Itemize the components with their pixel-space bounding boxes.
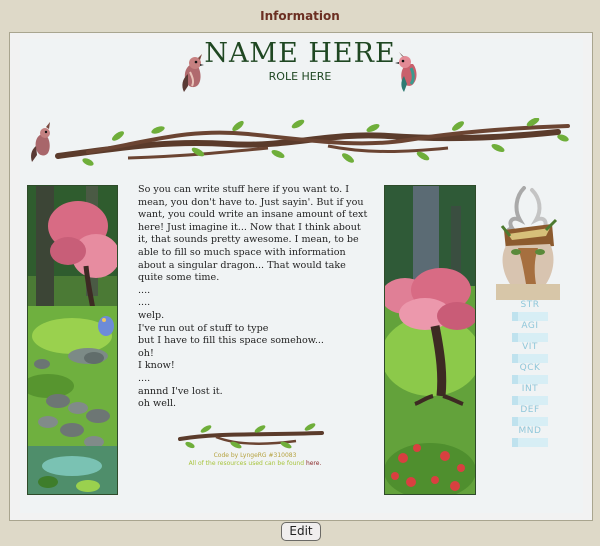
code-credit: Code by LyngeRG #310083: [213, 452, 297, 459]
body-line: ....: [138, 284, 151, 296]
stat-bar: [512, 354, 548, 363]
stat-vit: VIT: [512, 342, 548, 363]
edit-button[interactable]: Edit: [281, 522, 321, 541]
resources-link[interactable]: here.: [306, 460, 321, 467]
stat-bar: [512, 396, 548, 405]
stat-label: AGI: [521, 321, 539, 331]
body-line: I've run out of stuff to type: [138, 322, 269, 334]
stat-mnd: MND: [512, 426, 548, 447]
stats-panel: STR AGI VIT QCK INT DEF MND: [512, 300, 548, 447]
character-name: NAME HERE: [204, 38, 396, 69]
branch-divider-icon: [31, 118, 570, 166]
resources-credit-text: All of the resources used can be found: [188, 460, 306, 467]
stat-label: QCK: [519, 363, 541, 373]
stat-label: STR: [520, 300, 540, 310]
body-line: I know!: [138, 360, 175, 372]
stat-bar: [512, 375, 548, 384]
body-line: but I have to fill this space somehow...: [138, 335, 324, 347]
body-line: oh!: [138, 347, 154, 359]
stat-qck: QCK: [512, 363, 548, 384]
window-title: Information: [260, 9, 340, 23]
body-line: annnd I've lost it.: [138, 385, 223, 397]
right-forest-image: [384, 185, 476, 495]
dragon-portrait: [496, 186, 560, 300]
body-line: ....: [138, 297, 151, 309]
stat-label: MND: [518, 426, 542, 436]
stat-label: DEF: [520, 405, 540, 415]
stat-bar: [512, 312, 548, 321]
body-line: ....: [138, 372, 151, 384]
stat-label: VIT: [522, 342, 538, 352]
stat-agi: AGI: [512, 321, 548, 342]
body-line: oh well.: [138, 398, 177, 410]
stat-label: INT: [521, 384, 539, 394]
body-paragraph: So you can write stuff here if you want …: [138, 184, 368, 284]
left-forest-image: [27, 185, 118, 495]
stat-str: STR: [512, 300, 548, 321]
stat-bar: [512, 333, 548, 342]
stat-bar: [512, 417, 548, 426]
body-text: So you can write stuff here if you want …: [138, 184, 370, 411]
character-role: ROLE HERE: [268, 70, 332, 83]
resources-credit: All of the resources used can be found h…: [140, 460, 370, 467]
stat-int: INT: [512, 384, 548, 405]
small-branch-icon: [178, 423, 324, 449]
stat-def: DEF: [512, 405, 548, 426]
body-line: welp.: [138, 309, 165, 321]
stat-bar: [512, 438, 548, 447]
